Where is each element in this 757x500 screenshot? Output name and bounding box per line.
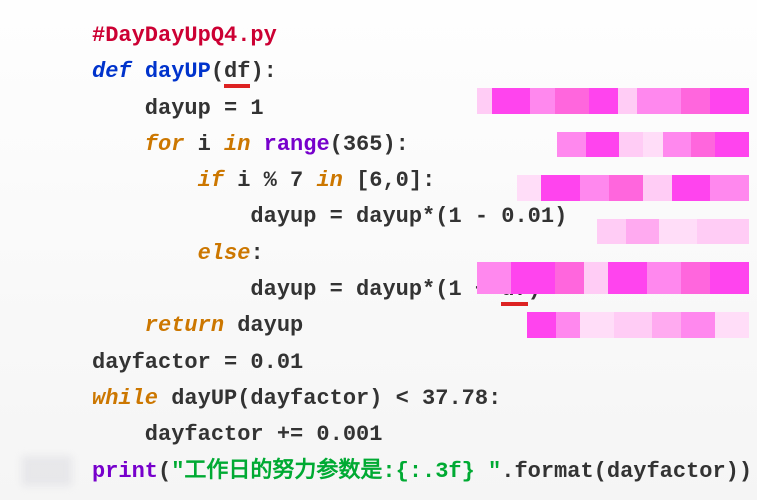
keyword-return: return	[92, 313, 237, 338]
code-line-13: print("工作日的努力参数是:{:.3f} ".format(dayfact…	[92, 454, 757, 490]
keyword-in: in	[224, 132, 264, 157]
paren-open: (	[211, 59, 224, 84]
assignment: dayfactor = 0.01	[92, 350, 303, 375]
keyword-while: while	[92, 386, 171, 411]
code-line-11: while dayUP(dayfactor) < 37.78:	[92, 381, 757, 417]
comment: #DayDayUpQ4.py	[92, 23, 277, 48]
list-literal: [6,0]:	[356, 168, 435, 193]
censored-region	[477, 88, 757, 338]
return-val: dayup	[237, 313, 303, 338]
range-args: (365):	[330, 132, 409, 157]
expr-pre: dayup = dayup*(1 +	[92, 277, 501, 302]
keyword-def: def	[92, 59, 145, 84]
keyword-in: in	[316, 168, 356, 193]
param-df: df	[224, 59, 250, 84]
loop-var: i	[198, 132, 224, 157]
colon: :	[250, 241, 263, 266]
paren-close: ):	[250, 59, 276, 84]
code-line-12: dayfactor += 0.001	[92, 417, 757, 453]
assignment: dayup = 1	[92, 96, 264, 121]
string-literal: "工作日的努力参数是:{:.3f} "	[171, 459, 501, 484]
assignment: dayfactor += 0.001	[92, 422, 382, 447]
function-name: dayUP	[145, 59, 211, 84]
keyword-else: else	[92, 241, 250, 266]
condition: i % 7	[237, 168, 316, 193]
code-line-10: dayfactor = 0.01	[92, 345, 757, 381]
keyword-for: for	[92, 132, 198, 157]
blur-region	[22, 456, 72, 486]
format-call: .format(dayfactor))	[501, 459, 752, 484]
keyword-if: if	[92, 168, 237, 193]
builtin-print: print	[92, 459, 158, 484]
condition: dayUP(dayfactor) < 37.78:	[171, 386, 501, 411]
paren-open: (	[158, 459, 171, 484]
builtin-range: range	[264, 132, 330, 157]
code-line-1: #DayDayUpQ4.py	[92, 18, 757, 54]
code-line-2: def dayUP(df):	[92, 54, 757, 90]
